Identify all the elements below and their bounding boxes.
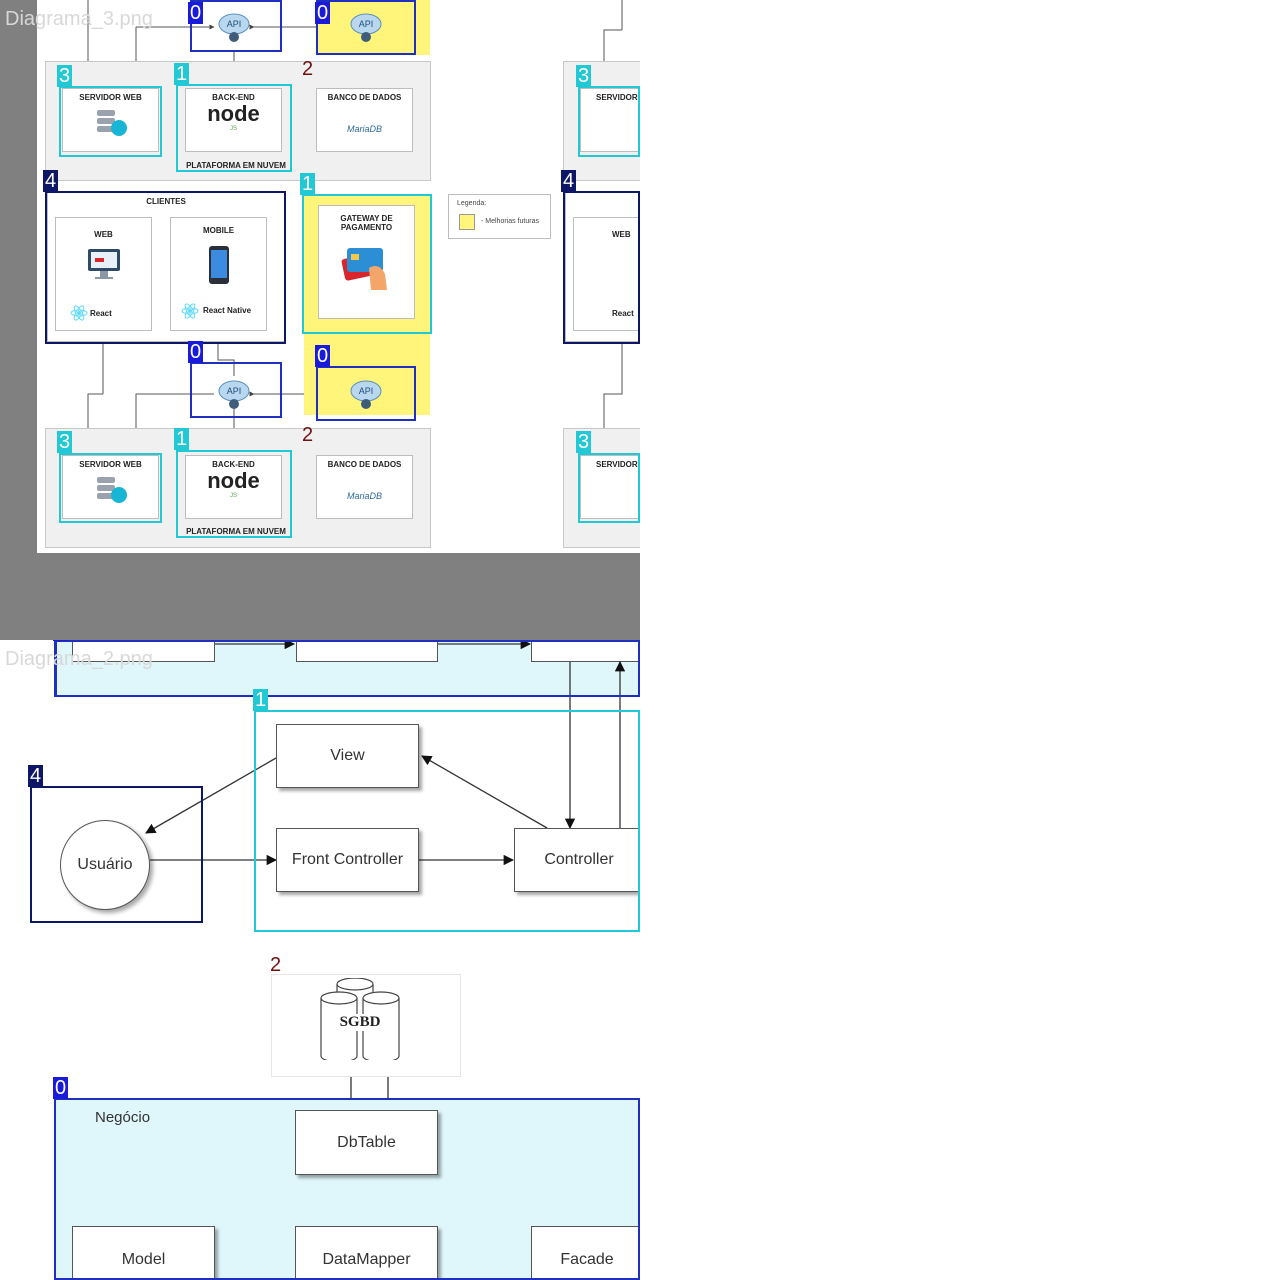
annotation-box-4 [30, 786, 203, 923]
annotation-label: 2 [302, 424, 314, 446]
annotation-box-4 [563, 191, 640, 344]
annotation-label: 1 [253, 689, 269, 711]
annotation-box-1 [176, 450, 292, 538]
diagram-3-panel: API API SERVIDOR WEB BACK-END node JS BA… [0, 0, 640, 640]
sgbd-label: SGBD [330, 1014, 390, 1031]
annotation-box-1 [302, 194, 432, 334]
annotation-label: 0 [188, 341, 204, 363]
annotation-label: 3 [57, 431, 73, 453]
annotation-label: 3 [576, 431, 592, 453]
annotation-box-3 [59, 453, 162, 523]
database-card: BANCO DE DADOS MariaDB [316, 455, 413, 519]
legend: Legenda: - Melhorias futuras [448, 194, 551, 239]
annotation-box-1 [254, 710, 640, 932]
annotation-box-0 [190, 362, 282, 418]
legend-item: - Melhorias futuras [481, 218, 539, 225]
annotation-label: 4 [561, 170, 577, 192]
legend-swatch [459, 214, 475, 230]
annotation-label: 0 [315, 345, 331, 367]
annotation-label: 4 [28, 765, 44, 787]
annotation-label: 3 [57, 65, 73, 87]
database-card: BANCO DE DADOS MariaDB [316, 88, 413, 152]
mariadb-logo: MariaDB [346, 491, 382, 501]
legend-title: Legenda: [457, 200, 487, 207]
database-title: BANCO DE DADOS [327, 93, 402, 102]
annotation-box-3 [578, 86, 640, 157]
annotation-label: 0 [315, 2, 331, 24]
annotation-box-0 [316, 366, 416, 421]
annotation-label: 1 [174, 63, 190, 85]
annotation-box-0 [54, 1098, 640, 1280]
mariadb-logo: MariaDB [346, 124, 382, 134]
annotation-label: 2 [302, 58, 314, 80]
image-file-label: Diagrama_2.png [5, 648, 153, 670]
annotation-label: 1 [174, 428, 190, 450]
annotation-label: 0 [53, 1077, 69, 1099]
annotation-label: 4 [43, 170, 59, 192]
annotation-box-0 [316, 0, 416, 55]
annotation-label: 3 [576, 65, 592, 87]
diagram-2-panel: View Usuário Front Controller Controller… [0, 640, 640, 1280]
annotation-label: 0 [53, 640, 69, 641]
annotation-label: 1 [300, 173, 316, 195]
annotation-box-0 [190, 0, 282, 52]
annotation-box-1 [176, 84, 292, 172]
annotation-box-3 [59, 86, 162, 157]
annotation-box-4 [45, 191, 286, 344]
image-file-label: Diagrama_3.png [5, 8, 153, 30]
annotation-label: 2 [270, 954, 282, 976]
database-title: BANCO DE DADOS [327, 460, 402, 469]
annotation-box-3 [578, 453, 640, 523]
annotation-label: 0 [188, 2, 204, 24]
